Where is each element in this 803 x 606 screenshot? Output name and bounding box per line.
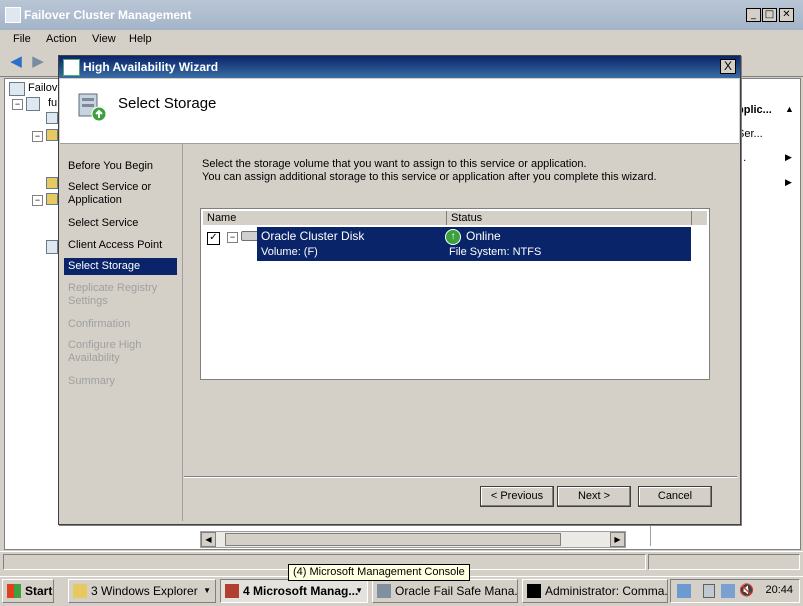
disk-volume: Volume: (F) xyxy=(261,246,318,258)
step-select-service[interactable]: Select Service xyxy=(68,217,180,230)
menu-file[interactable]: File xyxy=(13,33,31,45)
back-arrow-icon[interactable]: ◀ xyxy=(8,54,24,70)
system-tray: 🔇 20:44 xyxy=(670,579,800,603)
disk-name: Oracle Cluster Disk xyxy=(261,229,365,243)
scroll-thumb[interactable] xyxy=(225,533,561,546)
network-icon[interactable] xyxy=(721,584,735,598)
task-label: Administrator: Comma... xyxy=(545,584,668,598)
previous-button[interactable]: < Previous xyxy=(480,486,554,507)
services-folder-icon xyxy=(46,112,58,124)
step-client-access-point[interactable]: Client Access Point xyxy=(68,239,180,252)
menu-action[interactable]: Action xyxy=(46,33,77,45)
forward-arrow-icon[interactable]: ▶ xyxy=(30,54,46,70)
dialog-close-button[interactable]: X xyxy=(720,59,736,74)
volume-muted-icon[interactable]: 🔇 xyxy=(739,583,754,597)
maximize-button[interactable]: □ xyxy=(762,8,777,22)
start-label: Start xyxy=(25,584,53,598)
online-status-icon: ↑ xyxy=(445,229,461,245)
next-button[interactable]: Next > xyxy=(557,486,631,507)
step-select-storage[interactable]: Select Storage xyxy=(64,258,177,275)
folder-icon xyxy=(46,193,58,205)
storage-wizard-icon xyxy=(78,93,107,122)
wizard-steps: Before You Begin Select Service or Appli… xyxy=(60,144,183,521)
taskbar-tooltip: (4) Microsoft Management Console xyxy=(288,564,470,581)
task-microsoft-management-console[interactable]: 4 Microsoft Manag... ▼ xyxy=(220,579,368,603)
cluster-app-icon xyxy=(5,7,21,23)
menu-view[interactable]: View xyxy=(92,33,116,45)
step-before-you-begin[interactable]: Before You Begin xyxy=(68,160,180,173)
folder-icon xyxy=(73,584,87,598)
event-log-icon xyxy=(46,240,58,254)
task-label: 3 Windows Explorer xyxy=(91,584,198,598)
cancel-button[interactable]: Cancel xyxy=(638,486,712,507)
cluster-manager-icon xyxy=(9,82,25,96)
step-replicate-registry-settings: Replicate Registry Settings xyxy=(68,282,158,307)
dialog-titlebar[interactable]: High Availability Wizard X xyxy=(59,56,740,78)
status-segment xyxy=(648,554,800,570)
cluster-icon xyxy=(26,97,40,111)
step-configure-high-availability: Configure High Availability xyxy=(68,339,142,364)
button-separator xyxy=(184,476,737,478)
chevron-down-icon: ▼ xyxy=(355,586,363,595)
task-administrator-command[interactable]: Administrator: Comma... xyxy=(522,579,668,603)
horizontal-scrollbar[interactable]: ◀ ▶ xyxy=(200,531,626,548)
disk-file-system: File System: NTFS xyxy=(449,246,542,258)
storage-table: Name Status ✓ − Oracle Cluster Disk Volu… xyxy=(200,208,710,380)
table-row[interactable]: Oracle Cluster Disk Volume: (F) Online F… xyxy=(257,227,691,261)
collapse-icon[interactable]: − xyxy=(32,195,43,206)
collapse-icon[interactable]: − xyxy=(32,131,43,142)
windows-logo-icon xyxy=(7,584,21,598)
instruction-line-2: You can assign additional storage to thi… xyxy=(202,171,657,183)
submenu-arrow-icon: ▶ xyxy=(785,177,792,187)
task-label: 4 Microsoft Manag... xyxy=(243,584,359,598)
row-checkbox[interactable]: ✓ xyxy=(207,232,220,245)
minimize-button[interactable]: _ xyxy=(746,8,761,22)
tree-node-root[interactable]: Failov xyxy=(28,82,57,94)
column-header-name[interactable]: Name xyxy=(203,211,447,225)
main-window-titlebar[interactable]: Failover Cluster Management _ □ ✕ xyxy=(0,0,803,30)
task-oracle-fail-safe[interactable]: Oracle Fail Safe Mana... xyxy=(372,579,518,603)
wizard-page-title: Select Storage xyxy=(118,95,217,112)
tray-icon[interactable] xyxy=(703,584,715,598)
close-button[interactable]: ✕ xyxy=(779,8,794,22)
help-tray-icon[interactable] xyxy=(677,584,691,598)
step-summary: Summary xyxy=(68,375,116,387)
high-availability-wizard: High Availability Wizard X Select Storag… xyxy=(58,55,741,525)
main-window-title: Failover Cluster Management xyxy=(24,8,192,22)
submenu-arrow-icon: ▶ xyxy=(785,152,792,162)
step-select-service-or-application[interactable]: Select Service or Application xyxy=(68,181,180,207)
scroll-right-icon[interactable]: ▶ xyxy=(610,532,625,547)
folder-icon xyxy=(46,129,58,141)
start-button[interactable]: Start xyxy=(2,579,54,603)
scroll-left-icon[interactable]: ◀ xyxy=(201,532,216,547)
oracle-fail-safe-icon xyxy=(377,584,391,598)
column-header-filler xyxy=(692,211,707,225)
task-label: Oracle Fail Safe Mana... xyxy=(395,584,518,598)
wizard-header: Select Storage xyxy=(60,79,739,144)
command-prompt-icon xyxy=(527,584,541,598)
mmc-icon xyxy=(225,584,239,598)
clock: 20:44 xyxy=(765,584,793,596)
column-header-status[interactable]: Status xyxy=(447,211,692,225)
menu-help[interactable]: Help xyxy=(129,33,152,45)
actions-pane-heading: pplic... xyxy=(737,104,772,116)
menu-bar: File Action View Help xyxy=(0,30,803,50)
wizard-content: Select the storage volume that you want … xyxy=(184,144,737,521)
disk-status: Online xyxy=(466,229,501,243)
folder-icon xyxy=(46,177,58,189)
chevron-down-icon: ▼ xyxy=(203,586,211,595)
dialog-title: High Availability Wizard xyxy=(83,60,219,74)
collapse-icon[interactable]: − xyxy=(12,99,23,110)
row-collapse-icon[interactable]: − xyxy=(227,232,238,243)
task-windows-explorer[interactable]: 3 Windows Explorer ▼ xyxy=(68,579,216,603)
instruction-line-1: Select the storage volume that you want … xyxy=(202,158,587,170)
wizard-icon xyxy=(63,59,80,76)
tree-node-cluster[interactable]: fu xyxy=(48,97,57,109)
collapse-up-icon[interactable]: ▲ xyxy=(785,104,794,114)
step-confirmation: Confirmation xyxy=(68,318,131,330)
